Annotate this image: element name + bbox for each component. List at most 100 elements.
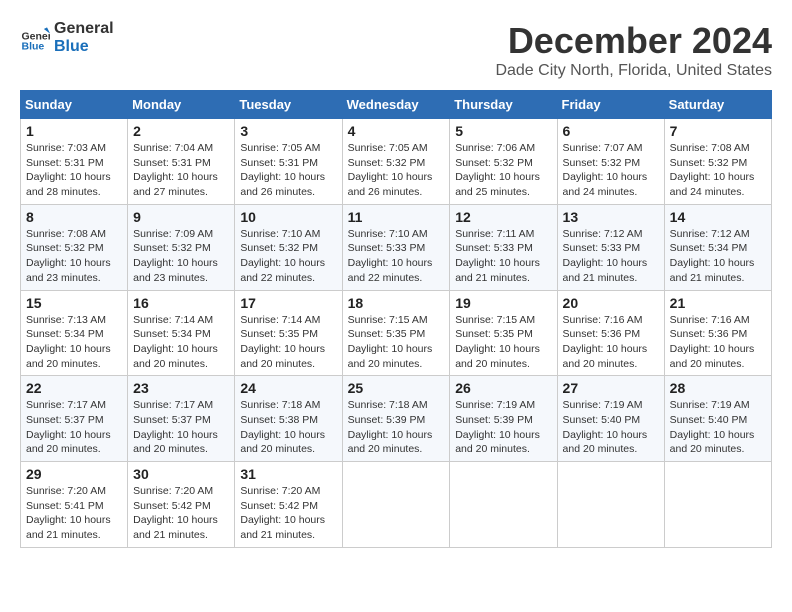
day-number: 17: [240, 295, 336, 311]
day-number: 21: [670, 295, 766, 311]
day-cell-27: 27 Sunrise: 7:19 AM Sunset: 5:40 PM Dayl…: [557, 376, 664, 462]
day-cell-8: 8 Sunrise: 7:08 AM Sunset: 5:32 PM Dayli…: [21, 204, 128, 290]
day-cell-14: 14 Sunrise: 7:12 AM Sunset: 5:34 PM Dayl…: [664, 204, 771, 290]
day-info: Sunrise: 7:06 AM Sunset: 5:32 PM Dayligh…: [455, 142, 540, 198]
week-row-1: 1 Sunrise: 7:03 AM Sunset: 5:31 PM Dayli…: [21, 119, 772, 205]
day-cell-19: 19 Sunrise: 7:15 AM Sunset: 5:35 PM Dayl…: [450, 290, 557, 376]
day-cell-4: 4 Sunrise: 7:05 AM Sunset: 5:32 PM Dayli…: [342, 119, 450, 205]
empty-cell: [557, 462, 664, 548]
day-cell-10: 10 Sunrise: 7:10 AM Sunset: 5:32 PM Dayl…: [235, 204, 342, 290]
week-row-4: 22 Sunrise: 7:17 AM Sunset: 5:37 PM Dayl…: [21, 376, 772, 462]
day-cell-24: 24 Sunrise: 7:18 AM Sunset: 5:38 PM Dayl…: [235, 376, 342, 462]
day-info: Sunrise: 7:14 AM Sunset: 5:35 PM Dayligh…: [240, 314, 325, 370]
day-cell-15: 15 Sunrise: 7:13 AM Sunset: 5:34 PM Dayl…: [21, 290, 128, 376]
day-cell-5: 5 Sunrise: 7:06 AM Sunset: 5:32 PM Dayli…: [450, 119, 557, 205]
day-number: 12: [455, 209, 551, 225]
day-info: Sunrise: 7:08 AM Sunset: 5:32 PM Dayligh…: [670, 142, 755, 198]
day-info: Sunrise: 7:20 AM Sunset: 5:42 PM Dayligh…: [240, 485, 325, 541]
day-cell-11: 11 Sunrise: 7:10 AM Sunset: 5:33 PM Dayl…: [342, 204, 450, 290]
day-number: 4: [348, 123, 445, 139]
day-cell-1: 1 Sunrise: 7:03 AM Sunset: 5:31 PM Dayli…: [21, 119, 128, 205]
day-cell-13: 13 Sunrise: 7:12 AM Sunset: 5:33 PM Dayl…: [557, 204, 664, 290]
day-cell-21: 21 Sunrise: 7:16 AM Sunset: 5:36 PM Dayl…: [664, 290, 771, 376]
day-cell-22: 22 Sunrise: 7:17 AM Sunset: 5:37 PM Dayl…: [21, 376, 128, 462]
week-row-3: 15 Sunrise: 7:13 AM Sunset: 5:34 PM Dayl…: [21, 290, 772, 376]
day-info: Sunrise: 7:03 AM Sunset: 5:31 PM Dayligh…: [26, 142, 111, 198]
header-saturday: Saturday: [664, 91, 771, 119]
day-number: 7: [670, 123, 766, 139]
day-number: 16: [133, 295, 229, 311]
day-number: 19: [455, 295, 551, 311]
day-number: 22: [26, 380, 122, 396]
day-cell-25: 25 Sunrise: 7:18 AM Sunset: 5:39 PM Dayl…: [342, 376, 450, 462]
day-cell-12: 12 Sunrise: 7:11 AM Sunset: 5:33 PM Dayl…: [450, 204, 557, 290]
day-number: 30: [133, 466, 229, 482]
day-number: 24: [240, 380, 336, 396]
day-number: 25: [348, 380, 445, 396]
day-info: Sunrise: 7:12 AM Sunset: 5:33 PM Dayligh…: [563, 228, 648, 284]
day-number: 8: [26, 209, 122, 225]
day-cell-26: 26 Sunrise: 7:19 AM Sunset: 5:39 PM Dayl…: [450, 376, 557, 462]
day-info: Sunrise: 7:05 AM Sunset: 5:31 PM Dayligh…: [240, 142, 325, 198]
day-number: 9: [133, 209, 229, 225]
day-cell-7: 7 Sunrise: 7:08 AM Sunset: 5:32 PM Dayli…: [664, 119, 771, 205]
empty-cell: [450, 462, 557, 548]
day-info: Sunrise: 7:20 AM Sunset: 5:41 PM Dayligh…: [26, 485, 111, 541]
calendar-header-row: SundayMondayTuesdayWednesdayThursdayFrid…: [21, 91, 772, 119]
day-info: Sunrise: 7:16 AM Sunset: 5:36 PM Dayligh…: [563, 314, 648, 370]
day-number: 28: [670, 380, 766, 396]
day-info: Sunrise: 7:15 AM Sunset: 5:35 PM Dayligh…: [455, 314, 540, 370]
svg-text:Blue: Blue: [22, 40, 45, 52]
logo-icon: General Blue: [20, 23, 50, 53]
page-header: General Blue General Blue December 2024 …: [20, 20, 772, 80]
day-cell-20: 20 Sunrise: 7:16 AM Sunset: 5:36 PM Dayl…: [557, 290, 664, 376]
header-monday: Monday: [128, 91, 235, 119]
day-info: Sunrise: 7:08 AM Sunset: 5:32 PM Dayligh…: [26, 228, 111, 284]
day-info: Sunrise: 7:17 AM Sunset: 5:37 PM Dayligh…: [26, 399, 111, 455]
day-number: 27: [563, 380, 659, 396]
logo-blue: Blue: [54, 38, 114, 56]
day-number: 14: [670, 209, 766, 225]
day-info: Sunrise: 7:19 AM Sunset: 5:40 PM Dayligh…: [563, 399, 648, 455]
day-cell-2: 2 Sunrise: 7:04 AM Sunset: 5:31 PM Dayli…: [128, 119, 235, 205]
day-cell-28: 28 Sunrise: 7:19 AM Sunset: 5:40 PM Dayl…: [664, 376, 771, 462]
header-wednesday: Wednesday: [342, 91, 450, 119]
day-info: Sunrise: 7:14 AM Sunset: 5:34 PM Dayligh…: [133, 314, 218, 370]
day-number: 13: [563, 209, 659, 225]
day-info: Sunrise: 7:16 AM Sunset: 5:36 PM Dayligh…: [670, 314, 755, 370]
header-friday: Friday: [557, 91, 664, 119]
day-info: Sunrise: 7:13 AM Sunset: 5:34 PM Dayligh…: [26, 314, 111, 370]
day-cell-30: 30 Sunrise: 7:20 AM Sunset: 5:42 PM Dayl…: [128, 462, 235, 548]
day-info: Sunrise: 7:09 AM Sunset: 5:32 PM Dayligh…: [133, 228, 218, 284]
day-number: 6: [563, 123, 659, 139]
day-info: Sunrise: 7:15 AM Sunset: 5:35 PM Dayligh…: [348, 314, 433, 370]
day-info: Sunrise: 7:20 AM Sunset: 5:42 PM Dayligh…: [133, 485, 218, 541]
location-title: Dade City North, Florida, United States: [495, 62, 772, 80]
day-number: 20: [563, 295, 659, 311]
day-info: Sunrise: 7:18 AM Sunset: 5:39 PM Dayligh…: [348, 399, 433, 455]
day-cell-29: 29 Sunrise: 7:20 AM Sunset: 5:41 PM Dayl…: [21, 462, 128, 548]
day-info: Sunrise: 7:10 AM Sunset: 5:33 PM Dayligh…: [348, 228, 433, 284]
header-tuesday: Tuesday: [235, 91, 342, 119]
day-cell-16: 16 Sunrise: 7:14 AM Sunset: 5:34 PM Dayl…: [128, 290, 235, 376]
day-cell-6: 6 Sunrise: 7:07 AM Sunset: 5:32 PM Dayli…: [557, 119, 664, 205]
day-number: 18: [348, 295, 445, 311]
day-number: 2: [133, 123, 229, 139]
day-cell-23: 23 Sunrise: 7:17 AM Sunset: 5:37 PM Dayl…: [128, 376, 235, 462]
day-info: Sunrise: 7:10 AM Sunset: 5:32 PM Dayligh…: [240, 228, 325, 284]
day-number: 5: [455, 123, 551, 139]
day-cell-31: 31 Sunrise: 7:20 AM Sunset: 5:42 PM Dayl…: [235, 462, 342, 548]
day-info: Sunrise: 7:07 AM Sunset: 5:32 PM Dayligh…: [563, 142, 648, 198]
day-number: 10: [240, 209, 336, 225]
week-row-2: 8 Sunrise: 7:08 AM Sunset: 5:32 PM Dayli…: [21, 204, 772, 290]
week-row-5: 29 Sunrise: 7:20 AM Sunset: 5:41 PM Dayl…: [21, 462, 772, 548]
empty-cell: [342, 462, 450, 548]
header-sunday: Sunday: [21, 91, 128, 119]
day-info: Sunrise: 7:17 AM Sunset: 5:37 PM Dayligh…: [133, 399, 218, 455]
day-number: 26: [455, 380, 551, 396]
day-info: Sunrise: 7:12 AM Sunset: 5:34 PM Dayligh…: [670, 228, 755, 284]
logo: General Blue General Blue: [20, 20, 114, 55]
day-number: 29: [26, 466, 122, 482]
day-number: 31: [240, 466, 336, 482]
calendar-table: SundayMondayTuesdayWednesdayThursdayFrid…: [20, 90, 772, 548]
